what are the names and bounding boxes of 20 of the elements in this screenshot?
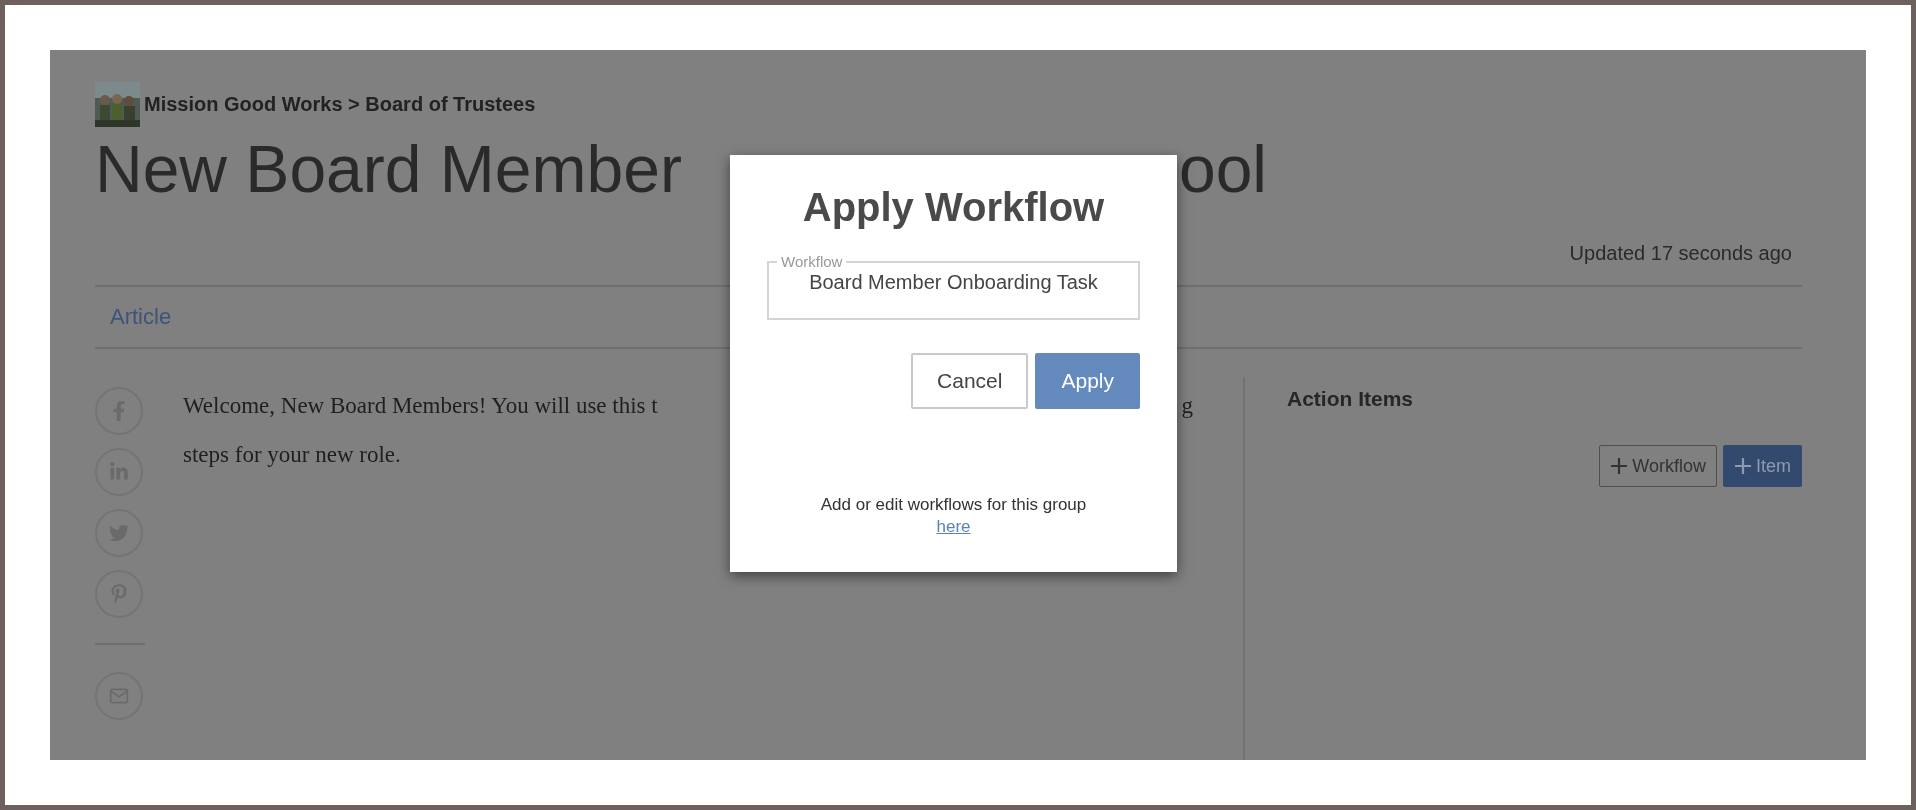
field-label: Workflow <box>780 254 844 270</box>
cancel-button[interactable]: Cancel <box>911 353 1029 409</box>
plus-icon <box>1610 457 1629 475</box>
section-title: Action Items <box>1287 387 1415 411</box>
dialog-title: Apply Workflow <box>802 185 1105 230</box>
workflow-field[interactable]: Workflow Board Member Onboarding Task <box>767 254 1140 320</box>
footer-text: Add or edit workflows for this group <box>820 495 1087 515</box>
breadcrumb: Mission Good Works > Board of Trustees <box>144 93 536 116</box>
updated-time: Updated 17 seconds ago <box>1569 242 1792 265</box>
add-button[interactable]: Item <box>1723 445 1802 487</box>
article-text: g <box>1181 392 1193 420</box>
plus-icon <box>1734 457 1752 475</box>
here-link[interactable]: here <box>936 517 971 537</box>
page-title: New Board Member <box>95 131 682 208</box>
article-text: steps for your new role. <box>183 441 401 469</box>
apply-button[interactable]: Apply <box>1035 353 1140 409</box>
input-field[interactable]: Board Member Onboarding Task <box>779 270 1128 295</box>
article-text: Welcome, New Board Members! You will use this t <box>183 392 658 420</box>
add-button[interactable]: Workflow <box>1599 445 1717 487</box>
page-title: ool <box>1178 131 1267 208</box>
